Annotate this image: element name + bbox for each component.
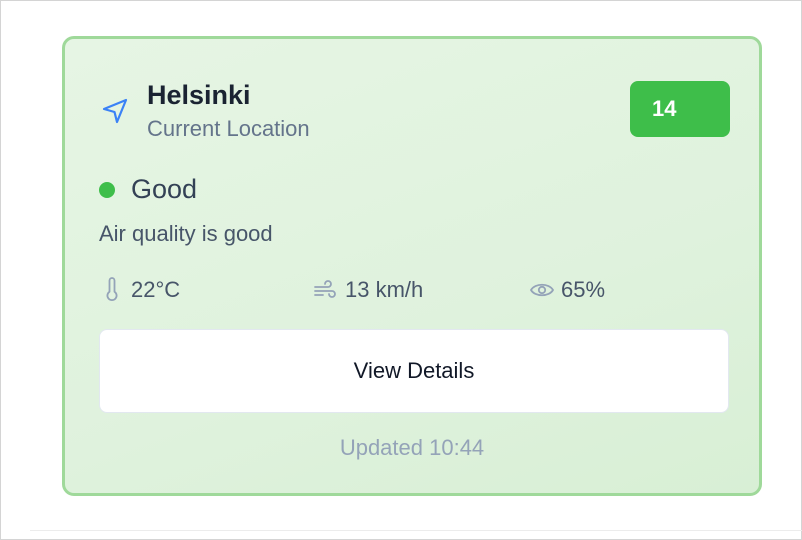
navigation-arrow-icon xyxy=(99,95,131,127)
thermometer-icon xyxy=(99,277,125,303)
status-description: Air quality is good xyxy=(99,221,273,246)
updated-timestamp: Updated 10:44 xyxy=(339,435,485,460)
wind-metric: 13 km/h xyxy=(313,275,423,305)
aqi-badge: 14 xyxy=(630,81,730,137)
air-quality-card: Helsinki Current Location 14 Good Air qu… xyxy=(62,36,762,496)
temperature-value: 22°C xyxy=(131,277,181,302)
eye-icon xyxy=(529,277,555,303)
temperature-metric: 22°C xyxy=(99,275,180,305)
location-subtitle: Current Location xyxy=(147,116,310,141)
humidity-metric: 65% xyxy=(529,275,605,305)
divider xyxy=(30,530,802,531)
view-details-button[interactable]: View Details xyxy=(99,329,729,413)
wind-icon xyxy=(313,277,339,303)
city-name: Helsinki xyxy=(147,80,251,110)
status-dot xyxy=(99,182,115,198)
wind-value: 13 km/h xyxy=(345,277,424,302)
humidity-value: 65% xyxy=(561,277,606,302)
status-label: Good xyxy=(131,174,198,204)
